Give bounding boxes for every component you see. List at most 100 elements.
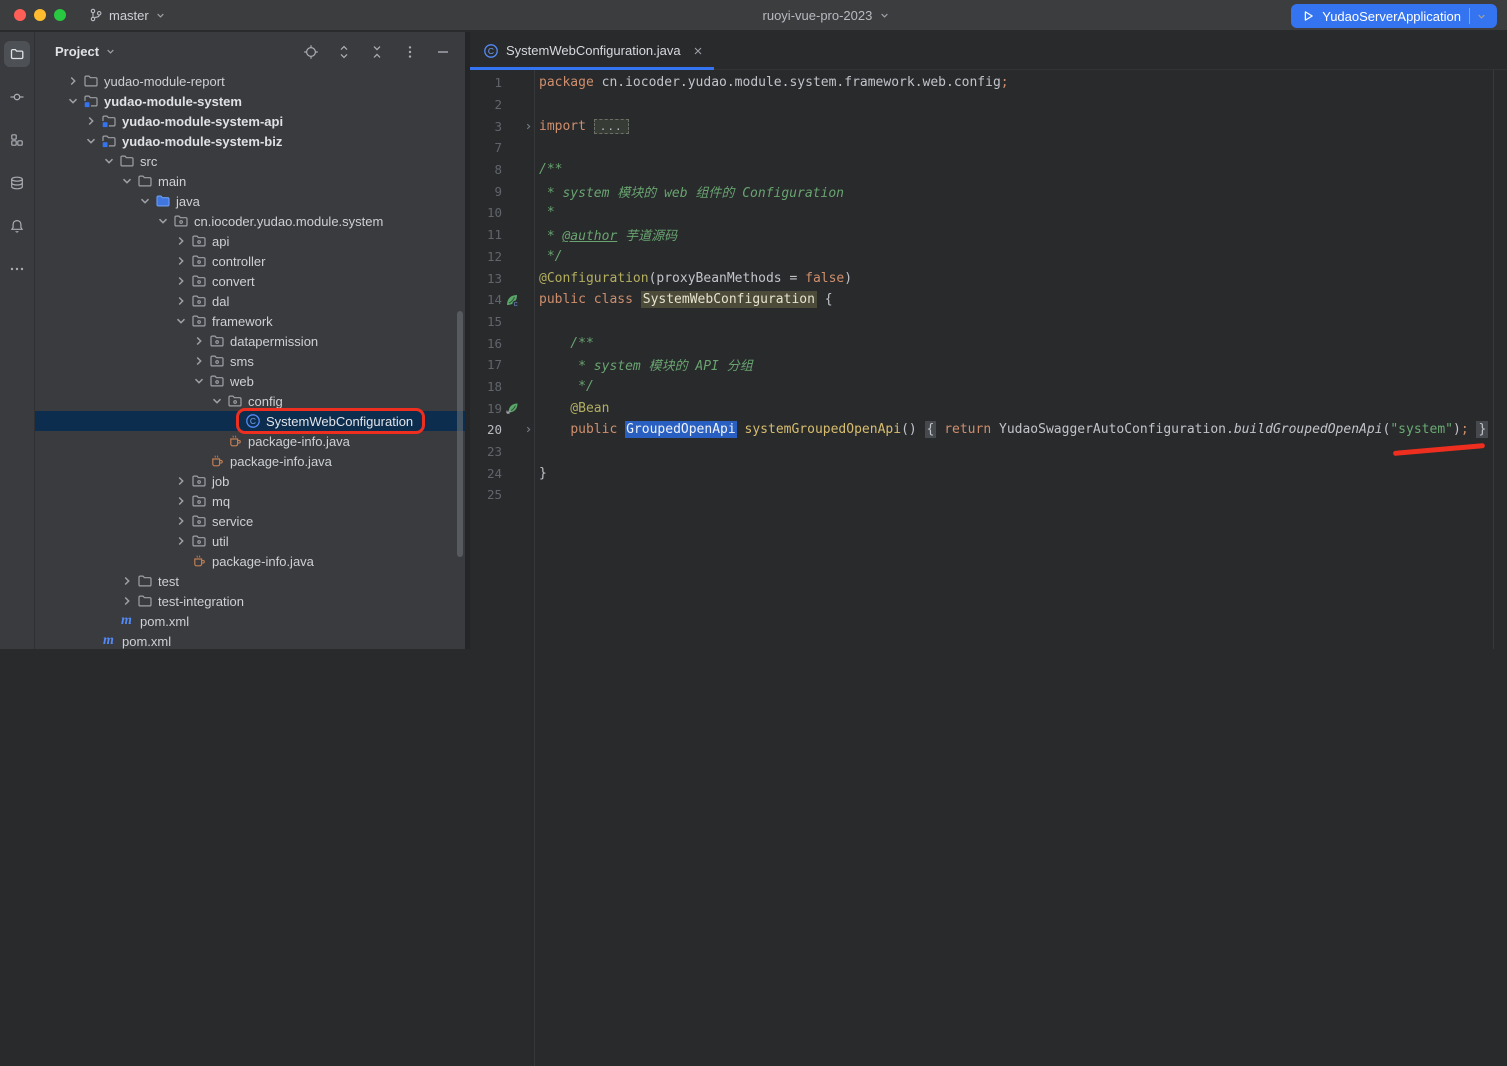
chevron-right-icon[interactable] xyxy=(172,293,190,309)
spring-bean-icon[interactable]: C xyxy=(502,292,522,308)
code-line-19[interactable]: 19 @Bean xyxy=(470,397,1507,419)
code-line-1[interactable]: 1package cn.iocoder.yudao.module.system.… xyxy=(470,72,1507,94)
commit-icon[interactable] xyxy=(4,84,30,110)
tree-item-service[interactable]: service xyxy=(35,511,465,531)
chevron-down-icon[interactable] xyxy=(64,93,82,109)
project-title-dropdown[interactable]: ruoyi-vue-pro-2023 xyxy=(763,0,892,31)
chevron-down-icon[interactable] xyxy=(172,313,190,329)
options-kebab-icon[interactable] xyxy=(398,40,422,64)
tree-item-mq[interactable]: mq xyxy=(35,491,465,511)
tree-item-yudao-module-report[interactable]: yudao-module-report xyxy=(35,71,465,91)
fold-chevron-icon[interactable] xyxy=(522,424,534,435)
tree-item-java[interactable]: java xyxy=(35,191,465,211)
tree-item-test-integration[interactable]: test-integration xyxy=(35,591,465,611)
code-line-13[interactable]: 13@Configuration(proxyBeanMethods = fals… xyxy=(470,267,1507,289)
code-editor[interactable]: 1package cn.iocoder.yudao.module.system.… xyxy=(470,70,1507,506)
tree-item-controller[interactable]: controller xyxy=(35,251,465,271)
tree-item-util[interactable]: util xyxy=(35,531,465,551)
chevron-right-icon[interactable] xyxy=(172,473,190,489)
tree-item-yudao-module-system-api[interactable]: yudao-module-system-api xyxy=(35,111,465,131)
code-line-23[interactable]: 23 xyxy=(470,441,1507,463)
hide-panel-icon[interactable] xyxy=(431,40,455,64)
chevron-right-icon[interactable] xyxy=(172,533,190,549)
fold-chevron-icon[interactable] xyxy=(522,121,534,132)
code-line-25[interactable]: 25 xyxy=(470,484,1507,506)
code-line-8[interactable]: 8/** xyxy=(470,159,1507,181)
tree-item-convert[interactable]: convert xyxy=(35,271,465,291)
minimize-window-button[interactable] xyxy=(34,9,46,21)
tree-item-yudao-module-system-biz[interactable]: yudao-module-system-biz xyxy=(35,131,465,151)
expand-all-icon[interactable] xyxy=(332,40,356,64)
tree-item-package-info-java[interactable]: package-info.java xyxy=(35,451,465,471)
chevron-right-icon[interactable] xyxy=(172,253,190,269)
tree-item-job[interactable]: job xyxy=(35,471,465,491)
chevron-down-icon[interactable] xyxy=(118,173,136,189)
chevron-right-icon[interactable] xyxy=(190,333,208,349)
chevron-right-icon[interactable] xyxy=(190,353,208,369)
close-tab-icon[interactable] xyxy=(692,45,704,57)
chevron-right-icon[interactable] xyxy=(118,593,136,609)
code-line-16[interactable]: 16 /** xyxy=(470,332,1507,354)
chevron-right-icon[interactable] xyxy=(172,233,190,249)
more-icon[interactable] xyxy=(4,256,30,282)
tree-item-test[interactable]: test xyxy=(35,571,465,591)
code-line-3[interactable]: 3import ... xyxy=(470,115,1507,137)
code-line-14[interactable]: 14Cpublic class SystemWebConfiguration { xyxy=(470,289,1507,311)
collapse-all-icon[interactable] xyxy=(365,40,389,64)
git-branch-widget[interactable]: master xyxy=(88,7,167,23)
chevron-right-icon[interactable] xyxy=(118,573,136,589)
tree-item-systemwebconfiguration[interactable]: CSystemWebConfiguration xyxy=(35,411,465,431)
chevron-down-icon[interactable] xyxy=(104,45,117,58)
chevron-right-icon[interactable] xyxy=(172,513,190,529)
chevron-right-icon[interactable] xyxy=(172,493,190,509)
tree-item-package-info-java[interactable]: package-info.java xyxy=(35,551,465,571)
tree-item-package-info-java[interactable]: package-info.java xyxy=(35,431,465,451)
project-folder-icon[interactable] xyxy=(4,41,30,67)
spring-bean-arrow-icon[interactable] xyxy=(502,400,522,416)
code-line-15[interactable]: 15 xyxy=(470,311,1507,333)
tree-item-api[interactable]: api xyxy=(35,231,465,251)
tree-item-src[interactable]: src xyxy=(35,151,465,171)
tree-item-pom-xml[interactable]: mpom.xml xyxy=(35,611,465,631)
editor-scrollbar-track[interactable] xyxy=(1493,70,1494,649)
structure-icon[interactable] xyxy=(4,127,30,153)
folded-imports-badge[interactable]: ... xyxy=(594,119,629,134)
zoom-window-button[interactable] xyxy=(54,9,66,21)
chevron-right-icon[interactable] xyxy=(82,113,100,129)
chevron-down-icon[interactable] xyxy=(190,373,208,389)
code-line-9[interactable]: 9 * system 模块的 web 组件的 Configuration xyxy=(470,180,1507,202)
tree-item-main[interactable]: main xyxy=(35,171,465,191)
tree-item-cn-iocoder-yudao-module-system[interactable]: cn.iocoder.yudao.module.system xyxy=(35,211,465,231)
code-line-20[interactable]: 20 public GroupedOpenApi systemGroupedOp… xyxy=(470,419,1507,441)
chevron-right-icon[interactable] xyxy=(64,73,82,89)
editor-tab[interactable]: C SystemWebConfiguration.java xyxy=(470,32,714,69)
code-line-18[interactable]: 18 */ xyxy=(470,376,1507,398)
close-window-button[interactable] xyxy=(14,9,26,21)
chevron-down-icon[interactable] xyxy=(136,193,154,209)
chevron-right-icon[interactable] xyxy=(172,273,190,289)
chevron-down-icon[interactable] xyxy=(208,393,226,409)
code-line-10[interactable]: 10 * xyxy=(470,202,1507,224)
notifications-bell-icon[interactable] xyxy=(4,213,30,239)
database-icon[interactable] xyxy=(4,170,30,196)
chevron-down-icon[interactable] xyxy=(82,133,100,149)
project-panel-title[interactable]: Project xyxy=(55,44,99,59)
code-line-24[interactable]: 24} xyxy=(470,462,1507,484)
code-line-2[interactable]: 2 xyxy=(470,94,1507,116)
run-button[interactable]: YudaoServerApplication xyxy=(1291,4,1497,28)
tree-item-yudao-module-system[interactable]: yudao-module-system xyxy=(35,91,465,111)
tree-item-framework[interactable]: framework xyxy=(35,311,465,331)
code-line-11[interactable]: 11 * @author 芋道源码 xyxy=(470,224,1507,246)
locate-icon[interactable] xyxy=(299,40,323,64)
run-options-chevron[interactable] xyxy=(1470,10,1493,23)
chevron-down-icon[interactable] xyxy=(100,153,118,169)
tree-item-sms[interactable]: sms xyxy=(35,351,465,371)
code-line-17[interactable]: 17 * system 模块的 API 分组 xyxy=(470,354,1507,376)
chevron-down-icon[interactable] xyxy=(154,213,172,229)
code-line-12[interactable]: 12 */ xyxy=(470,246,1507,268)
tree-item-web[interactable]: web xyxy=(35,371,465,391)
code-line-7[interactable]: 7 xyxy=(470,137,1507,159)
project-tree-scrollbar[interactable] xyxy=(457,311,463,557)
tree-item-dal[interactable]: dal xyxy=(35,291,465,311)
tree-item-pom-xml[interactable]: mpom.xml xyxy=(35,631,465,649)
